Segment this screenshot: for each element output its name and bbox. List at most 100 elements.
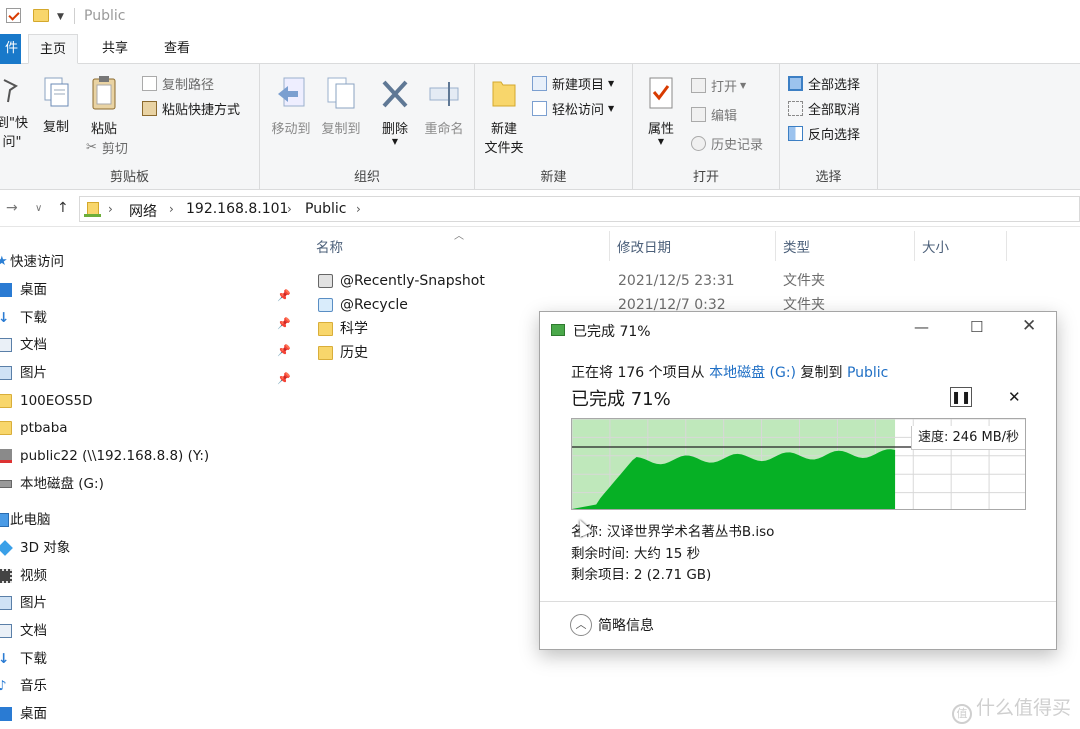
nav-downloads-pinned[interactable]: ↓ 下载 📌 [0,305,296,331]
properties-quick-icon[interactable] [6,8,21,23]
invert-selection-button[interactable]: 反向选择 [788,124,860,143]
column-divider[interactable] [775,231,776,261]
nav-documents-pinned[interactable]: 文档 📌 [0,332,296,358]
tab-file[interactable]: 件 [0,34,21,64]
nav-desktop-pinned[interactable]: 桌面 📌 [0,277,296,303]
music-icon: ♪ [0,678,7,694]
watermark-logo-icon: 值 [952,704,972,724]
paste-shortcut-label: 粘贴快捷方式 [162,103,241,118]
history-button[interactable]: 历史记录 [691,134,763,153]
column-header-name[interactable]: 名称 [316,236,343,256]
paste-shortcut-button[interactable]: 粘贴快捷方式 [142,99,240,118]
rename-button[interactable]: 重命名 [418,76,470,137]
nav-local-disk-g[interactable]: 本地磁盘 (G:) [0,471,296,497]
breadcrumb-host[interactable]: 192.168.8.101 [186,201,288,217]
column-divider[interactable] [1006,231,1007,261]
copy-button[interactable]: 复制 [38,76,74,135]
column-header-date[interactable]: 修改日期 [617,236,671,256]
nav-this-pc[interactable]: 此电脑 [0,507,296,533]
less-details-button[interactable]: 简略信息 [598,615,654,635]
easy-access-button[interactable]: 轻松访问 ▼ [532,99,614,118]
pause-button[interactable]: ❚❚ [950,387,972,407]
nav-label: 下载 [20,651,47,667]
nav-music[interactable]: ♪ 音乐 [0,673,296,699]
properties-button[interactable]: 属性 ▼ [639,76,683,146]
new-group: 新建 文件夹 新建项目 ▼ 轻松访问 ▼ 新建 [475,64,633,190]
cut-button[interactable]: ✂ 剪切 [86,138,128,157]
edit-icon [691,107,706,122]
chevron-up-icon[interactable]: ︿ [570,614,592,636]
close-dialog-button[interactable]: ✕ [1022,316,1036,336]
destination-link[interactable]: Public [847,365,888,381]
file-row[interactable]: @Recently-Snapshot 2021/12/5 23:31 文件夹 [316,269,1016,293]
properties-dropdown-icon[interactable]: ▼ [639,137,683,146]
breadcrumb-network[interactable]: 网络 [129,201,157,221]
move-to-button[interactable]: 移动到 [265,76,317,137]
breadcrumb-public[interactable]: Public [305,201,346,217]
paste-button[interactable]: 粘贴 [86,74,122,137]
nav-ptbaba[interactable]: ptbaba [0,415,296,441]
nav-videos[interactable]: 视频 [0,563,296,589]
copy-to-button[interactable]: 复制到 [315,76,367,137]
nav-100eos5d[interactable]: 100EOS5D [0,388,296,414]
rename-label: 重命名 [424,122,464,137]
open-label: 打开 [711,80,738,95]
up-arrow-icon[interactable]: ↑ [57,200,69,216]
nav-pictures[interactable]: 图片 [0,590,296,616]
new-item-button[interactable]: 新建项目 ▼ [532,74,614,93]
new-folder-quick-icon[interactable] [33,9,49,22]
column-divider[interactable] [914,231,915,261]
address-bar[interactable]: › 网络 › 192.168.8.101 › Public › [79,196,1080,222]
new-group-label: 新建 [540,170,567,185]
dialog-footer: ︿ 简略信息 [540,601,1056,649]
column-header-type[interactable]: 类型 [783,236,810,256]
nav-label: 此电脑 [10,512,51,528]
clipboard-group-label: 剪贴板 [109,170,149,185]
source-link[interactable]: 本地磁盘 (G:) [709,365,796,381]
forward-arrow-icon[interactable]: → [6,200,18,216]
nav-label: 图片 [20,365,47,381]
edit-button[interactable]: 编辑 [691,105,737,124]
nav-quick-access[interactable]: ★ 快速访问 [0,249,296,275]
tab-view[interactable]: 查看 [152,34,202,64]
cancel-copy-button[interactable]: ✕ [1008,388,1021,406]
select-none-button[interactable]: 全部取消 [788,99,860,118]
file-type: 文件夹 [783,273,825,289]
delete-dropdown-icon[interactable]: ▼ [370,137,420,146]
easy-access-icon [532,101,547,116]
select-all-button[interactable]: 全部选择 [788,74,860,93]
file-name: 历史 [340,345,368,361]
nav-pictures-pinned[interactable]: 图片 📌 [0,360,296,386]
nav-label: 图片 [20,595,47,611]
properties-icon [649,77,673,109]
column-header-size[interactable]: 大小 [922,236,949,256]
nav-documents[interactable]: 文档 [0,618,296,644]
open-button[interactable]: 打开 ▼ [691,76,746,95]
nav-public22-drive[interactable]: public22 (\\192.168.8.8) (Y:) [0,443,296,469]
copy-path-button[interactable]: 复制路径 [142,74,214,93]
nav-label: 桌面 [20,282,47,298]
3d-objects-icon [0,540,13,556]
quick-access-toolbar-dropdown-icon[interactable]: ▼ [57,12,64,22]
tab-home[interactable]: 主页 [28,34,78,64]
recent-locations-chevron-icon[interactable]: ∨ [35,203,42,214]
nav-downloads[interactable]: ↓ 下载 [0,646,296,672]
move-to-icon [278,77,305,107]
minimize-button[interactable]: — [914,318,929,336]
nav-desktop[interactable]: 桌面 [0,701,296,727]
new-folder-button[interactable]: 新建 文件夹 [479,76,529,156]
breadcrumb-separator-icon: › [108,202,113,216]
title-bar: ▼ Public [0,0,1080,34]
delete-button[interactable]: 删除 ▼ [370,76,420,146]
nav-3d-objects[interactable]: 3D 对象 [0,535,296,561]
maximize-button[interactable]: ☐ [970,318,983,336]
tab-share[interactable]: 共享 [90,34,140,64]
dialog-title: 已完成 71% [573,324,651,340]
column-divider[interactable] [609,231,610,261]
network-folder-icon [0,421,12,435]
pin-quick-access-button[interactable]: 到"快 问" [0,76,30,150]
nav-label: ptbaba [20,420,68,436]
rename-icon [429,82,459,106]
select-all-label: 全部选择 [808,78,861,93]
navigation-pane: ★ 快速访问 桌面 📌 ↓ 下载 📌 文档 📌 图片 📌 100EOS5D pt… [0,227,296,729]
